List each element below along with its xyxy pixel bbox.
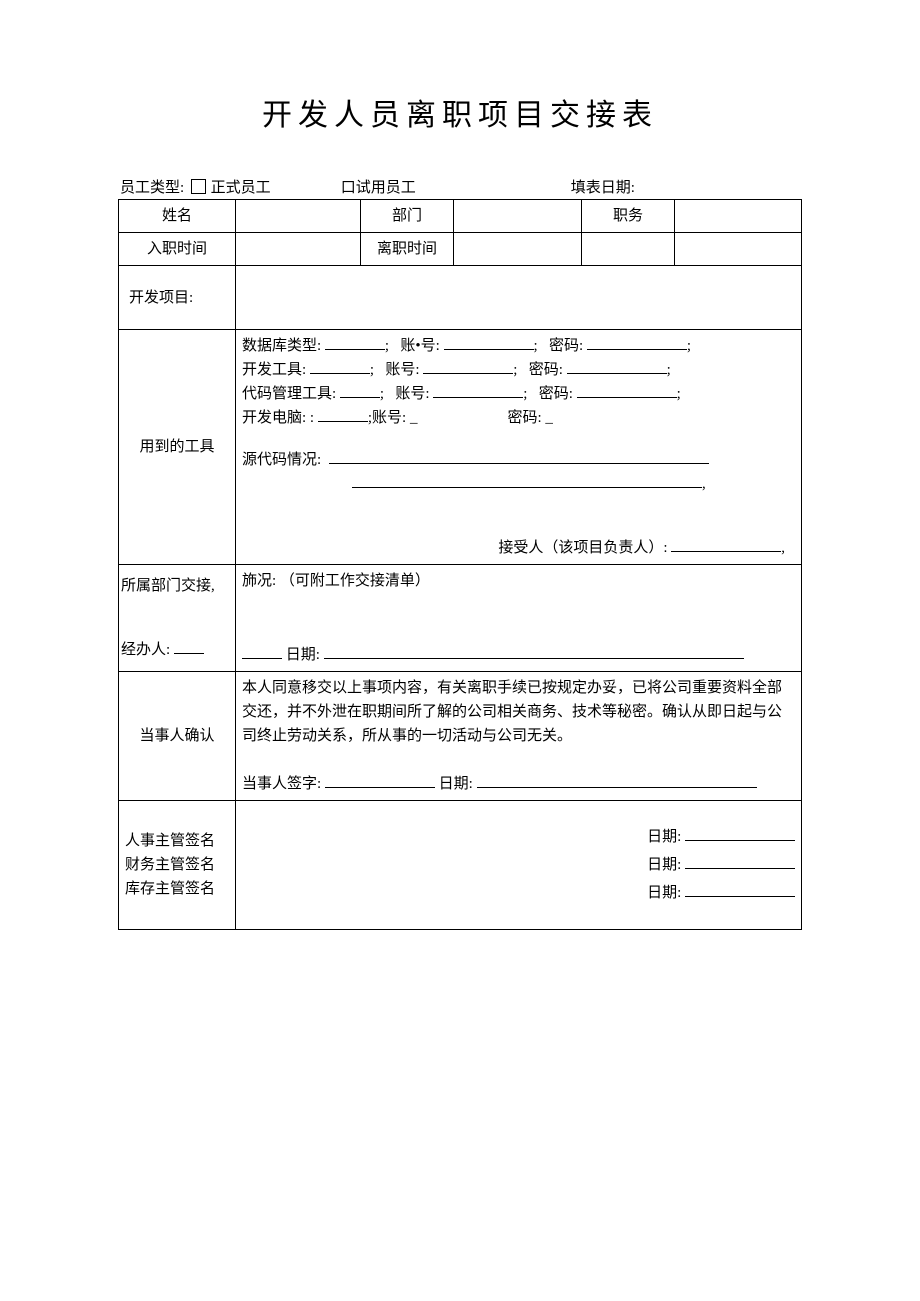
sig-date-label-1: 日期: <box>647 829 681 845</box>
src-status-input-1[interactable] <box>329 463 709 464</box>
pc-pwd-label: 密码: <box>507 410 541 426</box>
trial-employee-label: 口试用员工 <box>341 176 416 197</box>
page: 开发人员离职项目交接表 员工类型: 正式员工 口试用员工 填表日期: 姓名 部门… <box>0 0 920 1301</box>
leave-date-label: 离职时间 <box>361 233 454 266</box>
name-input[interactable] <box>236 200 361 233</box>
header-row: 员工类型: 正式员工 口试用员工 填表日期: <box>118 176 802 197</box>
pc-account-label: 账号: <box>372 410 406 426</box>
code-account-label: 账号: <box>395 386 429 402</box>
dept-label: 部门 <box>361 200 454 233</box>
name-label: 姓名 <box>119 200 236 233</box>
dev-pc-input[interactable] <box>318 421 368 422</box>
table-row: 开发项目: <box>119 266 802 330</box>
db-type-input[interactable] <box>325 349 385 350</box>
confirm-date-input[interactable] <box>477 787 757 788</box>
table-row: 入职时间 离职时间 <box>119 233 802 266</box>
page-title: 开发人员离职项目交接表 <box>118 90 802 134</box>
dev-account-input[interactable] <box>423 373 513 374</box>
dept-sig-input[interactable] <box>242 658 282 659</box>
confirm-label: 当事人确认 <box>119 672 236 801</box>
db-type-label: 数据库类型: <box>242 338 321 354</box>
dev-pwd-label: 密码: <box>529 362 563 378</box>
formal-employee-label: 正式员工 <box>211 180 271 196</box>
hire-date-label: 入职时间 <box>119 233 236 266</box>
src-status-input-2[interactable] <box>352 487 702 488</box>
handler-label: 经办人: <box>121 642 170 658</box>
confirm-date-label: 日期: <box>439 776 473 792</box>
fill-date-label: 填表日期: <box>571 176 635 197</box>
sig-date-label-2: 日期: <box>647 857 681 873</box>
sig-date-input-3[interactable] <box>685 896 795 897</box>
code-pwd-label: 密码: <box>539 386 573 402</box>
dept-input[interactable] <box>454 200 582 233</box>
dept-date-label: 日期: <box>286 647 320 663</box>
src-status-label: 源代码情况: <box>242 452 321 468</box>
code-pwd-input[interactable] <box>577 397 677 398</box>
table-row: 姓名 部门 职务 <box>119 200 802 233</box>
position-label: 职务 <box>582 200 675 233</box>
sig-date-input-2[interactable] <box>685 868 795 869</box>
recipient-input[interactable] <box>671 551 781 552</box>
confirm-body: 本人同意移交以上事项内容，有关离职手续已按规定办妥，已将公司重要资料全部交还，并… <box>236 672 802 801</box>
db-account-label: 账•号: <box>400 338 439 354</box>
table-row: 用到的工具 数据库类型: ; 账•号: ; 密码: ; 开发工具: ; 账号: … <box>119 330 802 565</box>
dev-pwd-input[interactable] <box>567 373 667 374</box>
signatures-right: 日期: 日期: 日期: <box>236 801 802 930</box>
db-pwd-label: 密码: <box>549 338 583 354</box>
code-account-input[interactable] <box>433 397 523 398</box>
dept-date-input[interactable] <box>324 658 744 659</box>
code-tool-input[interactable] <box>340 397 380 398</box>
confirm-sig-input[interactable] <box>325 787 435 788</box>
table-row: 所属部门交接, 经办人: 斾况: （可附工作交接清单） 日期: <box>119 565 802 672</box>
handler-input[interactable] <box>174 653 204 654</box>
hire-date-input[interactable] <box>236 233 361 266</box>
dept-handover-left: 所属部门交接, 经办人: <box>119 565 236 672</box>
confirm-sig-label: 当事人签字: <box>242 776 321 792</box>
db-pwd-input[interactable] <box>587 349 687 350</box>
dev-tool-input[interactable] <box>310 373 370 374</box>
db-account-input[interactable] <box>444 349 534 350</box>
signatures-left: 人事主管签名财务主管签名库存主管签名 <box>119 801 236 930</box>
tools-label: 用到的工具 <box>119 330 236 565</box>
sig-date-input-1[interactable] <box>685 840 795 841</box>
position-input[interactable] <box>675 200 802 233</box>
leave-date-input[interactable] <box>454 233 582 266</box>
code-tool-label: 代码管理工具: <box>242 386 336 402</box>
blank-input[interactable] <box>675 233 802 266</box>
project-input[interactable] <box>236 266 802 330</box>
project-label: 开发项目: <box>119 266 236 330</box>
dev-tool-label: 开发工具: <box>242 362 306 378</box>
dev-account-label: 账号: <box>385 362 419 378</box>
sig-date-label-3: 日期: <box>647 885 681 901</box>
checkbox-formal-icon[interactable] <box>191 179 206 194</box>
recipient-label: 接受人（该项目负责人）: <box>498 540 667 556</box>
dev-pc-label: 开发电脑: : <box>242 410 314 426</box>
tools-body: 数据库类型: ; 账•号: ; 密码: ; 开发工具: ; 账号: ; 密码: … <box>236 330 802 565</box>
dept-handover-note: 斾况: （可附工作交接清单） <box>242 569 795 593</box>
table-row: 当事人确认 本人同意移交以上事项内容，有关离职手续已按规定办妥，已将公司重要资料… <box>119 672 802 801</box>
confirm-text: 本人同意移交以上事项内容，有关离职手续已按规定办妥，已将公司重要资料全部交还，并… <box>242 676 795 748</box>
dept-handover-label: 所属部门交接, <box>121 574 233 598</box>
table-row: 人事主管签名财务主管签名库存主管签名 日期: 日期: 日期: <box>119 801 802 930</box>
blank-label <box>582 233 675 266</box>
employee-type-label: 员工类型: <box>120 180 184 196</box>
handover-form-table: 姓名 部门 职务 入职时间 离职时间 开发项目: 用到的工具 数据库类型: <box>118 199 802 930</box>
dept-handover-body: 斾况: （可附工作交接清单） 日期: <box>236 565 802 672</box>
